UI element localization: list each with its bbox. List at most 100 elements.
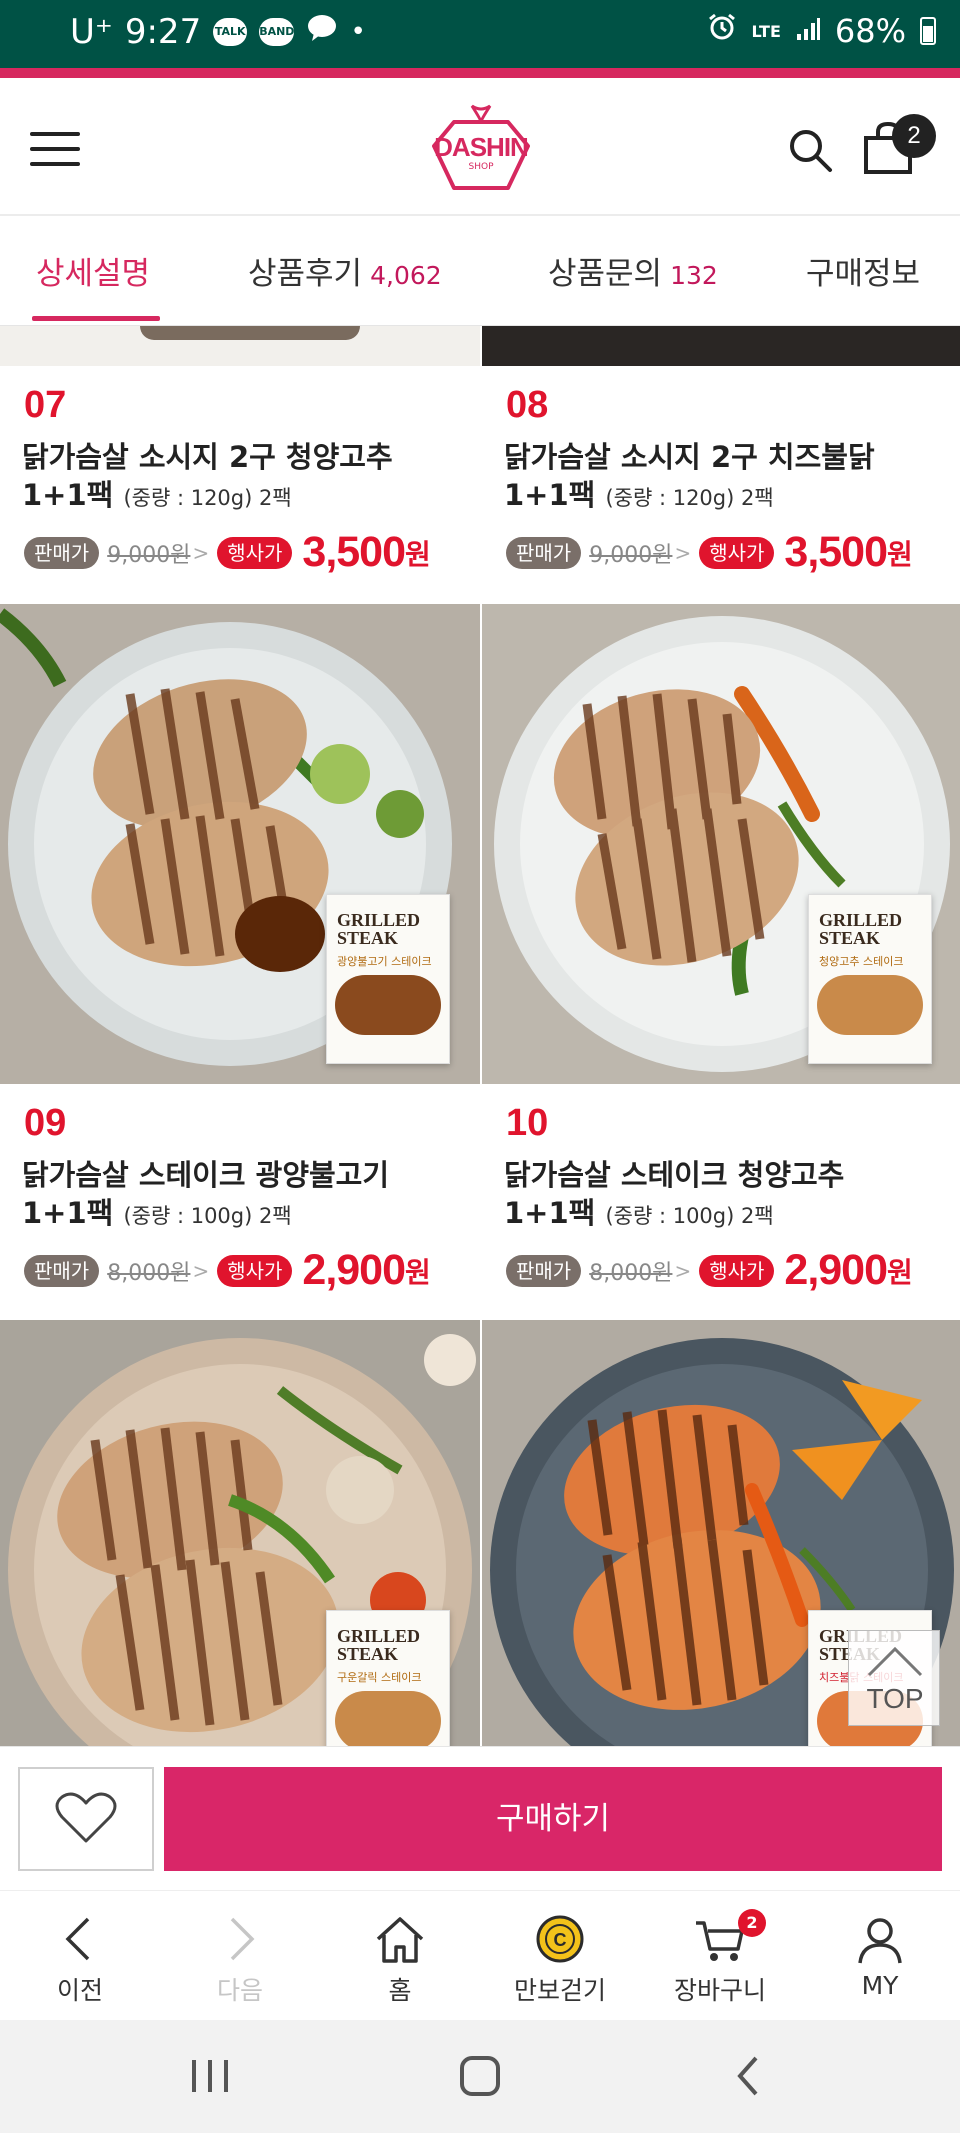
tab-label: 상품문의 xyxy=(548,256,663,292)
purchase-bar: 구매하기 xyxy=(0,1746,960,1890)
price-unit: 원 xyxy=(405,537,431,571)
nav-label: 만보걷기 xyxy=(513,1976,606,2005)
sale-price-tag: 행사가 xyxy=(699,1254,775,1287)
product-weight: (중량 : 100g) 2팩 xyxy=(123,1204,292,1228)
menu-icon[interactable] xyxy=(30,132,80,166)
tab-count: 4,062 xyxy=(370,261,442,290)
band-icon: BAND xyxy=(259,18,295,46)
tab-label: 상품후기 xyxy=(248,256,363,292)
product-number: 09 xyxy=(24,1102,67,1144)
product-name-line: 닭가슴살 스테이크 광양불고기 xyxy=(22,1158,390,1192)
logo-text: DASHIN xyxy=(434,132,529,162)
product-image-10[interactable]: GRILLED STEAK 청양고추 스테이크 xyxy=(482,604,960,1084)
product-name: 닭가슴살 소시지 2구 치즈불닭 1+1팩 (중량 : 120g) 2팩 xyxy=(504,438,954,517)
previous-images-strip xyxy=(0,326,960,366)
dashin-logo[interactable]: DASHIN SHOP xyxy=(424,96,538,196)
product-image-09[interactable]: GRILLED STEAK 광양불고기 스테이크 xyxy=(0,604,480,1084)
buy-button[interactable]: 구매하기 xyxy=(164,1767,942,1871)
alarm-icon xyxy=(707,12,737,50)
nav-walk[interactable]: C 만보걷기 xyxy=(480,1891,640,2021)
product-name-line: 닭가슴살 소시지 2구 치즈불닭 xyxy=(504,440,875,474)
product-detail-content: 07 닭가슴살 소시지 2구 청양고추 1+1팩 (중량 : 120g) 2팩 … xyxy=(0,326,960,1746)
product-name: 닭가슴살 스테이크 광양불고기 1+1팩 (중량 : 100g) 2팩 xyxy=(22,1156,472,1235)
tab-detail[interactable]: 상세설명 xyxy=(36,248,150,293)
nav-label: 다음 xyxy=(216,1976,263,2005)
tab-count: 132 xyxy=(670,261,718,290)
battery-icon xyxy=(920,17,936,45)
tab-purchase-info[interactable]: 구매정보 xyxy=(806,248,920,293)
sale-price-tag: 행사가 xyxy=(699,536,775,569)
product-info-07[interactable]: 07 닭가슴살 소시지 2구 청양고추 1+1팩 (중량 : 120g) 2팩 … xyxy=(0,366,480,598)
chevron-up-icon xyxy=(867,1646,923,1677)
sale-price: 2,900 xyxy=(784,1246,888,1294)
chevron-left-icon xyxy=(65,1917,90,1961)
product-weight: (중량 : 120g) 2팩 xyxy=(605,486,774,510)
product-info-09[interactable]: 09 닭가슴살 스테이크 광양불고기 1+1팩 (중량 : 100g) 2팩 판… xyxy=(0,1084,480,1316)
product-info-08[interactable]: 08 닭가슴살 소시지 2구 치즈불닭 1+1팩 (중량 : 120g) 2팩 … xyxy=(482,366,960,598)
user-icon xyxy=(858,1918,902,1964)
original-price-tag: 판매가 xyxy=(506,536,582,569)
coin-icon: C xyxy=(536,1915,584,1963)
recents-icon[interactable] xyxy=(180,2050,240,2102)
product-name-line: 1+1팩 xyxy=(504,478,596,512)
product-info-10[interactable]: 10 닭가슴살 스테이크 청양고추 1+1팩 (중량 : 100g) 2팩 판매… xyxy=(482,1084,960,1316)
cart-badge: 2 xyxy=(738,1909,766,1937)
signal-icon xyxy=(795,12,821,50)
header-accent-line xyxy=(0,68,960,78)
status-dot: • xyxy=(350,17,366,47)
sale-price-tag: 행사가 xyxy=(217,1254,293,1287)
battery-percent: 68% xyxy=(834,12,906,50)
wishlist-button[interactable] xyxy=(18,1767,154,1871)
active-tab-indicator xyxy=(32,316,160,321)
nav-cart[interactable]: 2 장바구니 xyxy=(640,1891,800,2021)
arrow-icon: > xyxy=(674,1258,692,1283)
product-weight: (중량 : 120g) 2팩 xyxy=(123,486,292,510)
product-name-line: 1+1팩 xyxy=(504,1196,596,1230)
tab-label: 구매정보 xyxy=(806,256,921,292)
nav-home[interactable]: 홈 xyxy=(320,1891,480,2021)
product-package: GRILLED STEAK 구운갈릭 스테이크 xyxy=(326,1610,450,1746)
nav-prev[interactable]: 이전 xyxy=(0,1891,160,2021)
arrow-icon: > xyxy=(192,1258,210,1283)
product-image-11[interactable]: GRILLED STEAK 구운갈릭 스테이크 xyxy=(0,1320,480,1746)
talk-icon: TALK xyxy=(213,18,248,46)
original-price-tag: 판매가 xyxy=(506,1254,582,1287)
product-name: 닭가슴살 소시지 2구 청양고추 1+1팩 (중량 : 120g) 2팩 xyxy=(22,438,472,517)
sale-price: 3,500 xyxy=(784,528,888,576)
original-price: 9,000원 xyxy=(589,542,673,568)
original-price-tag: 판매가 xyxy=(24,1254,100,1287)
tab-inquiries[interactable]: 상품문의 132 xyxy=(548,248,718,293)
original-price-tag: 판매가 xyxy=(24,536,100,569)
nav-my[interactable]: MY xyxy=(800,1891,960,2021)
package-brand: GRILLED STEAK xyxy=(337,910,421,948)
product-number: 10 xyxy=(506,1102,549,1144)
nav-next[interactable]: 다음 xyxy=(160,1891,320,2021)
product-name-line: 닭가슴살 소시지 2구 청양고추 xyxy=(22,440,393,474)
price-unit: 원 xyxy=(887,1255,913,1289)
home-circle-icon[interactable] xyxy=(450,2050,510,2102)
price-row: 판매가 8,000원 > 행사가 2,900 원 xyxy=(24,1246,431,1295)
price-unit: 원 xyxy=(887,537,913,571)
arrow-icon: > xyxy=(192,540,210,565)
nav-label: 홈 xyxy=(388,1976,412,2005)
tab-reviews[interactable]: 상품후기 4,062 xyxy=(248,248,442,293)
product-number: 08 xyxy=(506,384,549,426)
status-time: 9:27 xyxy=(124,12,202,52)
nav-label: MY xyxy=(861,1971,899,2000)
status-bar: U⁺ 9:27 TALK BAND • LTE 68% xyxy=(0,0,960,78)
sale-price-tag: 행사가 xyxy=(217,536,293,569)
package-brand: GRILLED STEAK xyxy=(337,1626,421,1664)
search-icon[interactable] xyxy=(786,126,834,174)
price-unit: 원 xyxy=(405,1255,431,1289)
back-icon[interactable] xyxy=(720,2050,780,2102)
package-brand: GRILLED STEAK xyxy=(819,910,903,948)
sale-price: 3,500 xyxy=(302,528,406,576)
bottom-navigation: 이전 다음 홈 C 만보걷기 2 장바구니 MY xyxy=(0,1890,960,2020)
cart-count-badge: 2 xyxy=(892,114,936,158)
product-name-line: 1+1팩 xyxy=(22,1196,114,1230)
product-name: 닭가슴살 스테이크 청양고추 1+1팩 (중량 : 100g) 2팩 xyxy=(504,1156,954,1235)
scroll-top-button[interactable]: TOP xyxy=(848,1630,940,1726)
system-navigation-bar xyxy=(0,2020,960,2133)
price-row: 판매가 9,000원 > 행사가 3,500 원 xyxy=(506,528,913,577)
product-name-line: 1+1팩 xyxy=(22,478,114,512)
